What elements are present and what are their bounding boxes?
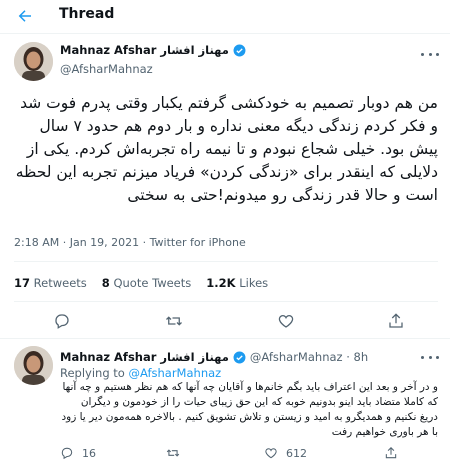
reply-icon — [61, 447, 73, 460]
reply-more-options-icon[interactable] — [421, 353, 439, 361]
quote-tweets-stat[interactable]: 8 Quote Tweets — [102, 276, 191, 290]
reply-share-button[interactable] — [384, 446, 398, 460]
heart-icon — [265, 448, 277, 459]
reply-author-name: Mahnaz Afshar مهناز افشار — [60, 350, 229, 364]
reply-handle-time: @AfsharMahnaz · 8h — [249, 350, 369, 364]
actions-divider — [0, 338, 450, 339]
share-button[interactable] — [386, 311, 406, 331]
arrow-left-icon — [18, 10, 31, 22]
tweet-timestamp[interactable]: 2:18 AM · Jan 19, 2021 · Twitter for iPh… — [14, 236, 246, 249]
retweet-button[interactable] — [164, 311, 184, 331]
avatar[interactable] — [14, 42, 53, 81]
reply-count: 16 — [82, 446, 96, 460]
verified-badge-icon — [233, 44, 246, 56]
author-name-row[interactable]: Mahnaz Afshar مهناز افشار — [60, 43, 246, 57]
reply-like-button[interactable]: 612 — [264, 446, 307, 460]
verified-badge-icon — [233, 351, 246, 363]
avatar-image — [14, 346, 53, 385]
reply-retweet-button[interactable] — [166, 446, 188, 460]
tweet-stats: 17 Retweets 8 Quote Tweets 1.2K Likes — [14, 276, 268, 290]
thread-header: Thread — [0, 0, 450, 33]
heart-icon — [278, 315, 294, 328]
like-button[interactable] — [276, 311, 296, 331]
retweet-icon — [166, 316, 182, 326]
avatar-image — [14, 42, 53, 81]
reply-avatar[interactable] — [14, 346, 53, 385]
reply-actions: 16 612 — [0, 444, 450, 464]
meta-divider — [14, 261, 438, 262]
reply-icon — [55, 314, 69, 329]
reply-button[interactable] — [52, 311, 72, 331]
share-icon — [385, 447, 397, 459]
retweets-stat[interactable]: 17 Retweets — [14, 276, 87, 290]
reply-reply-button[interactable]: 16 — [60, 446, 96, 460]
author-name: Mahnaz Afshar مهناز افشار — [60, 43, 229, 57]
replying-to: Replying to @AfsharMahnaz — [60, 366, 222, 380]
reply-text: و در آخر و بعد این اعتراف باید بگم خانم‌… — [61, 381, 438, 438]
header-divider — [0, 33, 450, 34]
back-button[interactable] — [14, 5, 36, 27]
replying-to-mention[interactable]: @AfsharMahnaz — [129, 366, 222, 380]
retweet-icon — [166, 449, 180, 457]
stats-divider — [14, 301, 438, 302]
tweet-actions — [0, 304, 450, 338]
reply-author-row[interactable]: Mahnaz Afshar مهناز افشار @AfsharMahnaz … — [60, 350, 368, 364]
tweet-text: من هم دوبار تصمیم به خودکشی گرفتم یکبار … — [15, 94, 438, 204]
likes-stat[interactable]: 1.2K Likes — [206, 276, 268, 290]
like-count: 612 — [286, 446, 307, 460]
page-title: Thread — [59, 6, 115, 22]
author-handle[interactable]: @AfsharMahnaz — [60, 62, 153, 76]
share-icon — [389, 313, 403, 328]
more-options-icon[interactable] — [421, 50, 439, 58]
